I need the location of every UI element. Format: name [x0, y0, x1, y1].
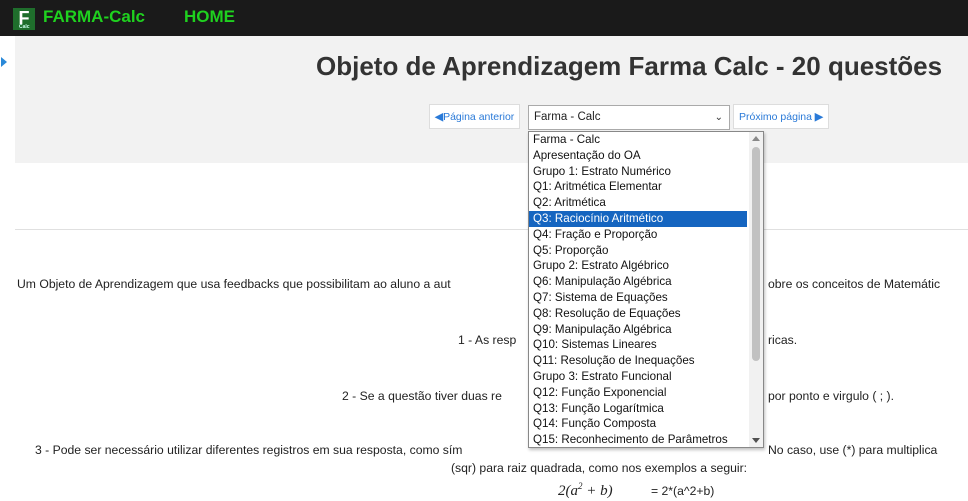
dropdown-options: Farma - Calc Apresentação do OA Grupo 1: E…	[529, 132, 763, 447]
page-select-dropdown[interactable]: Farma - Calc Apresentação do OA Grupo 1: E…	[528, 131, 764, 448]
rule-2-left: 2 - Se a questão tiver duas re	[342, 389, 502, 403]
dropdown-option[interactable]: Q4: Fração e Proporção	[529, 227, 747, 243]
dropdown-option[interactable]: Q6: Manipulação Algébrica	[529, 274, 747, 290]
dropdown-option[interactable]: Q15: Reconhecimento de Parâmetros	[529, 432, 747, 447]
rule-2-right: por ponto e virgulo ( ; ).	[768, 389, 894, 403]
next-page-button[interactable]: Próximo página ▶	[733, 104, 829, 129]
dropdown-option[interactable]: Farma - Calc	[529, 132, 747, 148]
previous-page-button[interactable]: ◀​ Página anterior	[429, 104, 521, 129]
scrollbar-thumb[interactable]	[752, 147, 760, 361]
dropdown-option[interactable]: Q11: Resolução de Inequações	[529, 353, 747, 369]
scroll-down-arrow-icon[interactable]	[752, 438, 760, 443]
rule-3-left: 3 - Pode ser necessário utilizar diferen…	[35, 443, 463, 457]
dropdown-option[interactable]: Q1: Aritmética Elementar	[529, 179, 747, 195]
dropdown-option[interactable]: Q7: Sistema de Equações	[529, 290, 747, 306]
dropdown-option[interactable]: Q9: Manipulação Algébrica	[529, 322, 747, 338]
rule-3-right: No caso, use (*) para multiplica	[768, 443, 938, 457]
formula-math-example: 2(a2 + b)	[558, 481, 613, 499]
next-page-label: Próximo página	[739, 111, 812, 123]
sidebar-toggle-arrow-icon[interactable]	[1, 57, 7, 67]
page-select-value: Farma - Calc	[534, 111, 601, 123]
dropdown-scrollbar[interactable]	[749, 132, 763, 447]
dropdown-option[interactable]: Q13: Função Logarítmica	[529, 401, 747, 417]
dropdown-option[interactable]: Q14: Função Composta	[529, 416, 747, 432]
dropdown-option[interactable]: Apresentação do OA	[529, 148, 747, 164]
page-title: Objeto de Aprendizagem Farma Calc - 20 q…	[316, 51, 943, 81]
brand-link[interactable]: FARMA-Calc	[43, 7, 145, 27]
home-link[interactable]: HOME	[184, 7, 235, 27]
intro-text-right: obre os conceitos de Matemátic	[768, 277, 941, 291]
dropdown-option[interactable]: Q2: Aritmética	[529, 195, 747, 211]
skip-forward-icon: ▶	[814, 111, 823, 123]
rule-3-line2: (sqr) para raiz quadrada, como nos exemp…	[451, 461, 748, 475]
page-select[interactable]: Farma - Calc ⌄	[528, 105, 730, 130]
rule-1-left: 1 - As resp	[458, 333, 517, 347]
top-navbar: F Calc FARMA-Calc HOME	[0, 0, 968, 36]
dropdown-option[interactable]: Q3: Raciocínio Aritmético	[529, 210, 747, 227]
dropdown-option[interactable]: Q12: Função Exponencial	[529, 385, 747, 401]
skip-back-icon: ◀​	[435, 111, 444, 123]
dropdown-option[interactable]: Q10: Sistemas Lineares	[529, 337, 747, 353]
dropdown-option[interactable]: Grupo 2: Estrato Algébrico	[529, 258, 747, 274]
rule-1-right: ricas.	[768, 333, 798, 347]
dropdown-option[interactable]: Q5: Proporção	[529, 243, 747, 259]
dropdown-option[interactable]: Q8: Resolução de Equações	[529, 306, 747, 322]
logo-subtext: Calc	[19, 24, 30, 30]
scroll-up-arrow-icon[interactable]	[752, 136, 760, 141]
chevron-down-icon: ⌄	[714, 112, 723, 123]
previous-page-label: Página anterior	[443, 111, 515, 123]
formula-plain-example: = 2*(a^2+b)	[651, 484, 715, 498]
section-divider	[15, 229, 968, 230]
dropdown-option[interactable]: Grupo 3: Estrato Funcional	[529, 369, 747, 385]
intro-text-left: Um Objeto de Aprendizagem que usa feedba…	[17, 277, 451, 291]
dropdown-option[interactable]: Grupo 1: Estrato Numérico	[529, 164, 747, 180]
farma-calc-logo[interactable]: F Calc	[13, 8, 35, 30]
